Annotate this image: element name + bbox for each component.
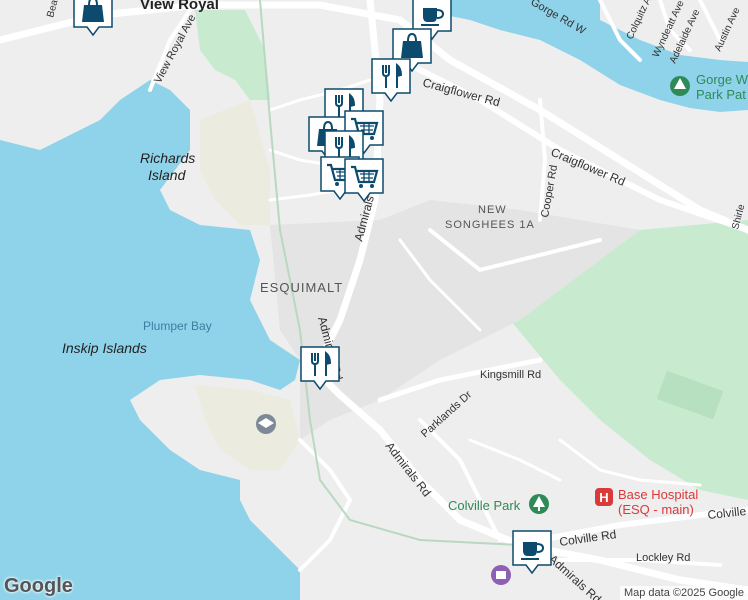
water-label-plumper-bay: Plumper Bay	[143, 319, 212, 333]
place-label-new-songhees-2: SONGHEES 1A	[445, 219, 535, 231]
hospital-icon[interactable]: H	[595, 488, 613, 506]
place-label-richards-island-2: Island	[148, 167, 187, 183]
poi-label-base-hospital-1: Base Hospital	[618, 487, 698, 502]
place-label-view-royal: View Royal	[140, 0, 219, 13]
park-icon[interactable]	[670, 76, 690, 96]
poi-label-gorge-park-1: Gorge W	[696, 72, 748, 87]
road-label-lockley-rd: Lockley Rd	[636, 552, 690, 564]
place-label-new-songhees-1: NEW	[478, 204, 507, 216]
poi-label-gorge-park-2: Park Pat	[696, 87, 746, 102]
school-icon[interactable]	[256, 414, 276, 434]
place-label-esquimalt: ESQUIMALT	[260, 280, 343, 295]
poi-label-colville-park: Colville Park	[448, 498, 521, 513]
place-label-inskip-islands: Inskip Islands	[62, 340, 147, 356]
svg-text:H: H	[599, 490, 608, 505]
map-canvas[interactable]: View Royal Richards Island ESQUIMALT Plu…	[0, 0, 748, 600]
google-logo[interactable]: Google	[4, 575, 73, 598]
poi-label-base-hospital-2: (ESQ - main)	[618, 502, 694, 517]
road-label-kingsmill-rd: Kingsmill Rd	[480, 369, 541, 381]
place-label-richards-island-1: Richards	[140, 150, 195, 166]
map-attribution[interactable]: Map data ©2025 Google	[619, 586, 748, 600]
park-icon[interactable]	[529, 494, 549, 514]
museum-icon[interactable]	[491, 565, 511, 585]
